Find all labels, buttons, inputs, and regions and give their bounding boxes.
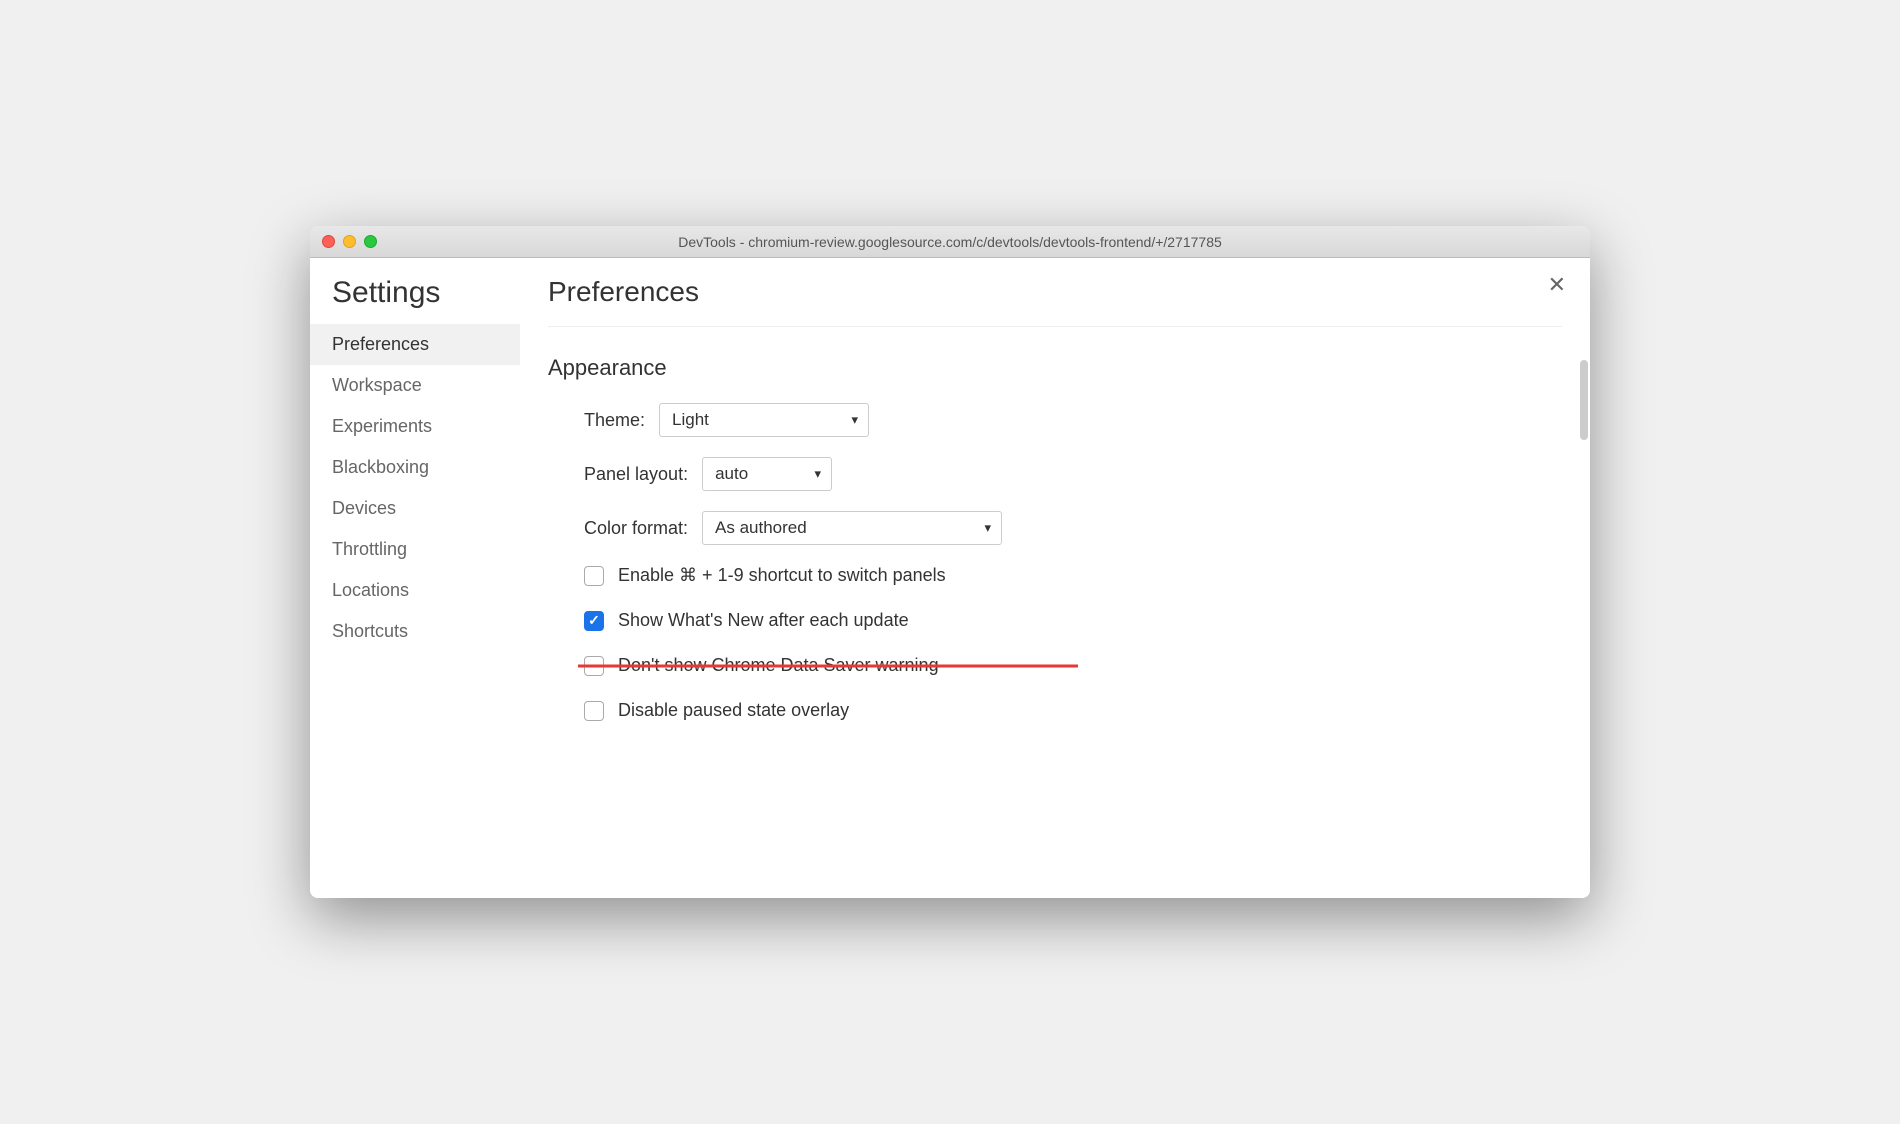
sidebar-item-blackboxing[interactable]: Blackboxing — [310, 447, 520, 488]
theme-select[interactable]: Light — [659, 403, 869, 437]
minimize-window-button[interactable] — [343, 235, 356, 248]
page-title: Preferences — [548, 276, 1562, 327]
section-title: Appearance — [548, 355, 1562, 381]
checkbox-label-2: Don't show Chrome Data Saver warning — [618, 655, 939, 676]
color-format-select[interactable]: As authored — [702, 511, 1002, 545]
checkbox-row-2: Don't show Chrome Data Saver warning — [584, 655, 1562, 676]
titlebar: DevTools - chromium-review.googlesource.… — [310, 226, 1590, 258]
sidebar-item-experiments[interactable]: Experiments — [310, 406, 520, 447]
settings-main: ✕ Preferences Appearance Theme: Light Pa… — [520, 258, 1590, 898]
maximize-window-button[interactable] — [364, 235, 377, 248]
devtools-window: DevTools - chromium-review.googlesource.… — [310, 226, 1590, 898]
settings-content: Settings PreferencesWorkspaceExperiments… — [310, 258, 1590, 898]
sidebar-item-preferences[interactable]: Preferences — [310, 324, 520, 365]
sidebar-item-workspace[interactable]: Workspace — [310, 365, 520, 406]
checkbox-label-1: Show What's New after each update — [618, 610, 909, 631]
panel-layout-select[interactable]: auto — [702, 457, 832, 491]
close-window-button[interactable] — [322, 235, 335, 248]
checkbox-2[interactable] — [584, 656, 604, 676]
sidebar-item-devices[interactable]: Devices — [310, 488, 520, 529]
panel-layout-row: Panel layout: auto — [584, 457, 1562, 491]
checkbox-row-1: Show What's New after each update — [584, 610, 1562, 631]
close-icon[interactable]: ✕ — [1548, 274, 1566, 296]
color-format-value: As authored — [715, 518, 807, 538]
scrollbar[interactable] — [1580, 360, 1588, 440]
theme-row: Theme: Light — [584, 403, 1562, 437]
settings-sidebar: Settings PreferencesWorkspaceExperiments… — [310, 258, 520, 898]
panel-layout-value: auto — [715, 464, 748, 484]
checkbox-3[interactable] — [584, 701, 604, 721]
panel-layout-label: Panel layout: — [584, 464, 688, 485]
checkbox-0[interactable] — [584, 566, 604, 586]
theme-label: Theme: — [584, 410, 645, 431]
sidebar-item-locations[interactable]: Locations — [310, 570, 520, 611]
window-title: DevTools - chromium-review.googlesource.… — [678, 234, 1222, 250]
theme-value: Light — [672, 410, 709, 430]
sidebar-item-shortcuts[interactable]: Shortcuts — [310, 611, 520, 652]
checkbox-1[interactable] — [584, 611, 604, 631]
checkbox-label-0: Enable ⌘ + 1-9 shortcut to switch panels — [618, 565, 946, 586]
color-format-row: Color format: As authored — [584, 511, 1562, 545]
sidebar-title: Settings — [310, 276, 520, 324]
checkbox-row-0: Enable ⌘ + 1-9 shortcut to switch panels — [584, 565, 1562, 586]
traffic-lights — [322, 235, 377, 248]
appearance-settings: Theme: Light Panel layout: auto Color fo… — [548, 403, 1562, 721]
color-format-label: Color format: — [584, 518, 688, 539]
checkbox-label-3: Disable paused state overlay — [618, 700, 849, 721]
sidebar-item-throttling[interactable]: Throttling — [310, 529, 520, 570]
checkbox-row-3: Disable paused state overlay — [584, 700, 1562, 721]
